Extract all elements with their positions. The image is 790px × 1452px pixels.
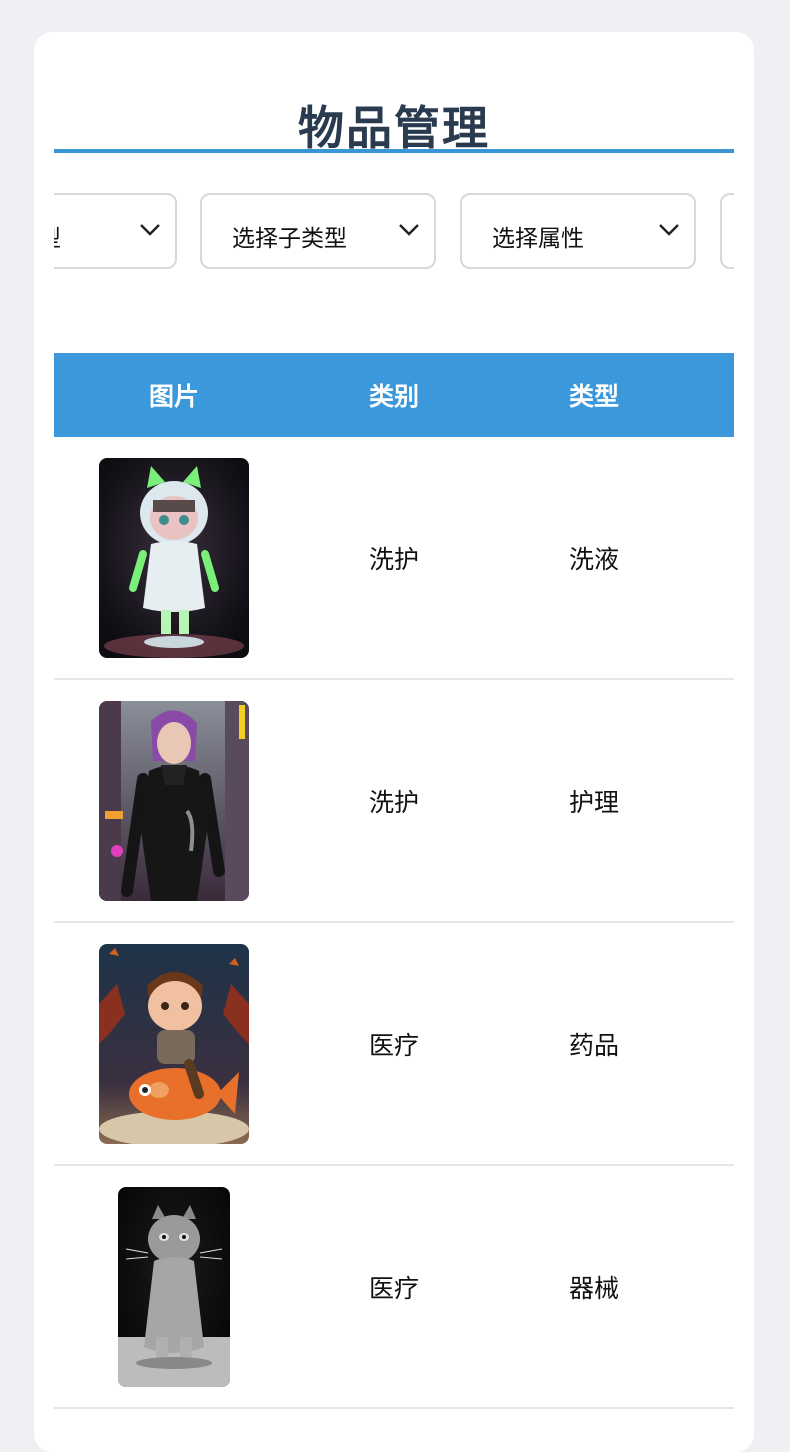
category-cell: 洗护: [294, 679, 494, 923]
type-select[interactable]: 型: [54, 193, 177, 269]
overflow-cell: [694, 1165, 734, 1409]
attribute-select[interactable]: 选择属性: [460, 193, 696, 269]
header-image: 图片: [148, 382, 199, 411]
type-cell: 护理: [494, 679, 694, 923]
gray-cat-image[interactable]: [118, 1186, 230, 1387]
subtype-select-label: 选择子类型: [232, 226, 347, 252]
filter-bar: 型 选择子类型 选择属性: [54, 193, 734, 273]
type-cell: 器械: [494, 1165, 694, 1409]
chevron-down-icon: [399, 224, 419, 236]
header-category: 类别: [368, 382, 419, 411]
girl-in-black-suit-image[interactable]: [99, 700, 249, 901]
subtype-select[interactable]: 选择子类型: [200, 193, 436, 269]
table-header-row: 图片 类别 类型: [54, 353, 734, 437]
table-row: 医疗 器械: [54, 1165, 734, 1409]
type-cell: 洗液: [494, 437, 694, 680]
overflow-cell: [694, 679, 734, 923]
items-table: 图片 类别 类型 洗护 洗液 洗护 护理 医疗 药品 医疗 器械: [54, 353, 734, 1409]
doll-figure-image[interactable]: [99, 457, 249, 658]
image-cell: [54, 437, 294, 680]
table-row: 洗护 洗液: [54, 437, 734, 680]
table-row: 洗护 护理: [54, 679, 734, 923]
boy-riding-fish-image[interactable]: [99, 943, 249, 1144]
header-overflow: [694, 353, 734, 437]
chevron-down-icon: [140, 224, 160, 236]
category-cell: 医疗: [294, 922, 494, 1166]
content-card: 物品管理 型 选择子类型 选择属性 图片 类别 类型: [34, 32, 754, 1452]
category-cell: 医疗: [294, 1165, 494, 1409]
type-cell: 药品: [494, 922, 694, 1166]
extra-select[interactable]: [720, 193, 734, 269]
table-row: 医疗 药品: [54, 922, 734, 1166]
title-divider: [54, 149, 734, 153]
overflow-cell: [694, 922, 734, 1166]
image-cell: [54, 922, 294, 1166]
attribute-select-label: 选择属性: [492, 226, 584, 252]
category-cell: 洗护: [294, 437, 494, 680]
overflow-cell: [694, 437, 734, 680]
header-type: 类型: [568, 382, 619, 411]
image-cell: [54, 1165, 294, 1409]
type-select-label: 型: [54, 219, 61, 253]
image-cell: [54, 679, 294, 923]
chevron-down-icon: [659, 224, 679, 236]
